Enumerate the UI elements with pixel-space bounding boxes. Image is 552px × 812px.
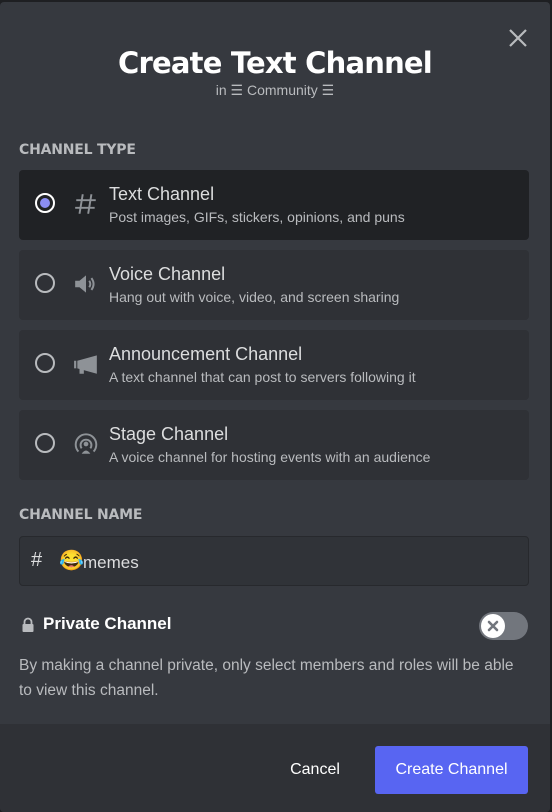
option-label: Stage Channel: [109, 424, 229, 444]
channel-type-option-voice[interactable]: Voice Channel Hang out with voice, video…: [19, 250, 529, 320]
lock-icon: [22, 617, 34, 632]
channel-name-label: CHANNEL NAME: [19, 507, 143, 523]
option-label: Voice Channel: [109, 264, 226, 284]
channel-name-input[interactable]: [83, 553, 503, 573]
private-channel-toggle[interactable]: [479, 612, 528, 640]
private-channel-label: Private Channel: [43, 614, 172, 633]
channel-type-option-announcement[interactable]: Announcement Channel A text channel that…: [19, 330, 529, 400]
option-description: Post images, GIFs, stickers, opinions, a…: [109, 209, 405, 225]
channel-type-option-stage[interactable]: Stage Channel A voice channel for hostin…: [19, 410, 529, 480]
speaker-icon: [75, 275, 95, 293]
radio-button[interactable]: [35, 273, 55, 293]
hash-icon: #: [31, 549, 43, 571]
stage-icon: [74, 433, 98, 454]
option-label: Text Channel: [109, 184, 215, 204]
modal-footer: Cancel Create Channel: [0, 724, 550, 812]
modal-subtitle: in ☰ Community ☰: [215, 82, 335, 98]
option-label: Announcement Channel: [109, 344, 303, 364]
channel-type-label: CHANNEL TYPE: [19, 142, 136, 158]
option-description: Hang out with voice, video, and screen s…: [109, 289, 400, 305]
hash-icon: [75, 194, 96, 214]
radio-button[interactable]: [35, 193, 55, 213]
radio-button[interactable]: [35, 433, 55, 453]
cancel-button[interactable]: Cancel: [270, 746, 360, 794]
modal-title: Create Text Channel: [118, 46, 433, 80]
option-description: A voice channel for hosting events with …: [109, 449, 431, 465]
radio-button[interactable]: [35, 353, 55, 373]
toggle-knob: [481, 614, 505, 638]
megaphone-icon: [74, 355, 97, 374]
channel-name-field[interactable]: # 😂: [19, 536, 529, 586]
create-channel-button[interactable]: Create Channel: [375, 746, 528, 794]
private-channel-description: By making a channel private, only select…: [19, 657, 514, 699]
x-icon: [487, 620, 499, 632]
create-channel-modal: Create Text Channel in ☰ Community ☰ CHA…: [0, 2, 550, 812]
emoji-joy-icon: 😂: [59, 550, 84, 572]
option-description: A text channel that can post to servers …: [109, 369, 416, 385]
channel-type-option-text[interactable]: Text Channel Post images, GIFs, stickers…: [19, 170, 529, 240]
